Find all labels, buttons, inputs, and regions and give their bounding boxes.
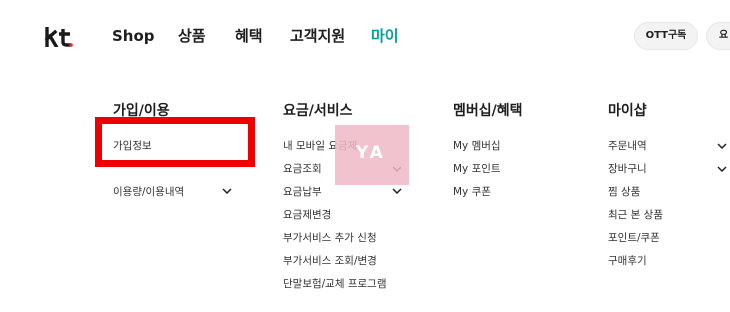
nav-shop[interactable]: Shop [112,26,155,46]
nav-products[interactable]: 상품 [178,26,206,46]
menu-item-bill-payment[interactable]: 요금납부 [283,184,322,200]
menu-item-device-insurance[interactable]: 단말보험/교체 프로그램 [283,276,386,292]
menu-item-change-plan[interactable]: 요금제변경 [283,207,331,223]
header-pill-button[interactable]: 요 [706,22,730,50]
menu-heading-billing: 요금/서비스 [283,103,353,119]
chevron-down-icon[interactable] [392,188,402,194]
menu-item-wishlist[interactable]: 찜 상품 [608,184,640,200]
menu-heading-myshop: 마이샵 [608,103,647,119]
menu-item-service-manage[interactable]: 부가서비스 조회/변경 [283,253,377,269]
menu-item-order-history[interactable]: 주문내역 [608,138,647,154]
menu-item-my-membership[interactable]: My 멤버십 [453,138,501,154]
chevron-down-icon[interactable] [717,166,727,172]
nav-benefits[interactable]: 혜택 [235,26,263,46]
kt-logo[interactable] [44,27,74,47]
menu-item-usage-history[interactable]: 이용량/이용내역 [113,184,184,200]
menu-item-reviews[interactable]: 구매후기 [608,253,647,269]
chevron-down-icon[interactable] [222,188,232,194]
menu-item-cart[interactable]: 장바구니 [608,161,647,177]
menu-item-my-coupons[interactable]: My 쿠폰 [453,184,491,200]
menu-item-subscription-info[interactable]: 가입정보 [113,138,152,154]
watermark-text: YA [356,143,386,163]
menu-item-points-coupons[interactable]: 포인트/쿠폰 [608,230,660,246]
chevron-down-icon[interactable] [717,143,727,149]
menu-item-recently-viewed[interactable]: 최근 본 상품 [608,207,663,223]
nav-support[interactable]: 고객지원 [290,26,345,46]
menu-item-add-service[interactable]: 부가서비스 추가 신청 [283,230,377,246]
ott-subscribe-button[interactable]: OTT구독 [634,22,698,50]
menu-item-my-points[interactable]: My 포인트 [453,161,501,177]
nav-my[interactable]: 마이 [371,26,399,46]
menu-heading-membership: 멤버십/혜택 [453,103,523,119]
menu-item-bill-inquiry[interactable]: 요금조회 [283,161,322,177]
